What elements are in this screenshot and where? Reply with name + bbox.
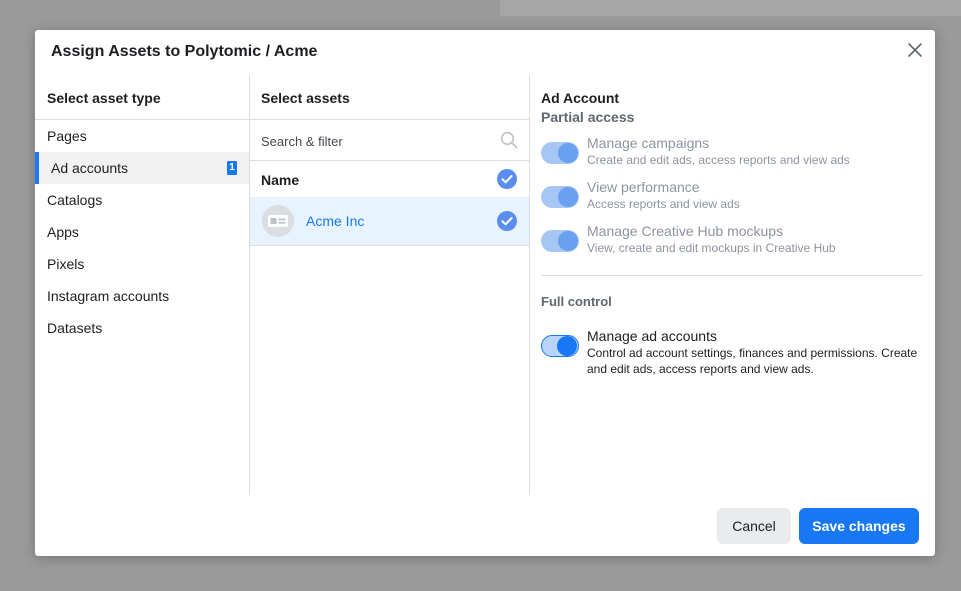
permissions-section-title: Ad Account: [541, 90, 620, 106]
permission-title: Manage campaigns: [587, 135, 710, 151]
asset-type-label: Ad accounts: [51, 160, 129, 176]
count-badge: 1: [227, 161, 237, 175]
column-divider-left: [249, 75, 250, 495]
divider: [250, 245, 529, 246]
permission-description: Control ad account settings, finances an…: [587, 346, 918, 376]
ad-account-icon: [268, 215, 288, 227]
manage-campaigns-toggle[interactable]: [541, 142, 579, 164]
asset-type-label: Datasets: [47, 320, 103, 336]
asset-type-label: Instagram accounts: [47, 288, 170, 304]
close-icon[interactable]: [907, 42, 923, 58]
select-assets-header: Select assets: [261, 90, 350, 106]
asset-type-datasets[interactable]: Datasets: [35, 312, 249, 344]
permission-title: Manage ad accounts: [587, 328, 717, 344]
asset-type-apps[interactable]: Apps: [35, 216, 249, 248]
asset-type-instagram-accounts[interactable]: Instagram accounts: [35, 280, 249, 312]
asset-check-icon[interactable]: [497, 211, 517, 231]
permission-description: Create and edit ads, access reports and …: [587, 153, 850, 167]
partial-access-title: Partial access: [541, 109, 635, 125]
asset-type-pages[interactable]: Pages: [35, 120, 249, 152]
asset-type-catalogs[interactable]: Catalogs: [35, 184, 249, 216]
save-changes-button[interactable]: Save changes: [799, 508, 919, 544]
permission-description: View, create and edit mockups in Creativ…: [587, 241, 836, 255]
cancel-button[interactable]: Cancel: [717, 508, 791, 544]
permission-description: Access reports and view ads: [587, 197, 740, 211]
asset-type-label: Pages: [47, 128, 87, 144]
asset-type-ad-accounts[interactable]: Ad accounts 1: [35, 152, 249, 184]
asset-row-acme-inc[interactable]: Acme Inc: [250, 197, 529, 245]
permission-title: Manage Creative Hub mockups: [587, 223, 784, 239]
search-input[interactable]: [261, 131, 491, 151]
assign-assets-dialog: Assign Assets to Polytomic / Acme Select…: [35, 30, 935, 556]
select-all-check-icon[interactable]: [497, 169, 517, 189]
manage-ad-accounts-toggle[interactable]: [541, 335, 579, 357]
asset-name: Acme Inc: [306, 213, 365, 229]
asset-type-label: Pixels: [47, 256, 85, 272]
search-icon[interactable]: [500, 131, 518, 149]
asset-type-pixels[interactable]: Pixels: [35, 248, 249, 280]
dialog-title: Assign Assets to Polytomic / Acme: [51, 43, 318, 60]
divider: [250, 160, 529, 161]
permission-title: View performance: [587, 179, 700, 195]
view-performance-toggle[interactable]: [541, 186, 579, 208]
ad-account-avatar: [262, 205, 294, 237]
full-control-title: Full control: [541, 294, 612, 309]
asset-type-label: Catalogs: [47, 192, 103, 208]
divider: [250, 119, 529, 120]
column-divider-right: [529, 75, 530, 495]
divider: [541, 275, 923, 276]
asset-type-label: Apps: [47, 224, 79, 240]
name-column-header: Name: [261, 172, 300, 188]
asset-type-list: Pages Ad accounts 1 Catalogs Apps Pixels…: [35, 120, 249, 344]
manage-creative-hub-mockups-toggle[interactable]: [541, 230, 579, 252]
background-page-bar: [500, 0, 961, 16]
asset-type-header: Select asset type: [47, 90, 161, 106]
